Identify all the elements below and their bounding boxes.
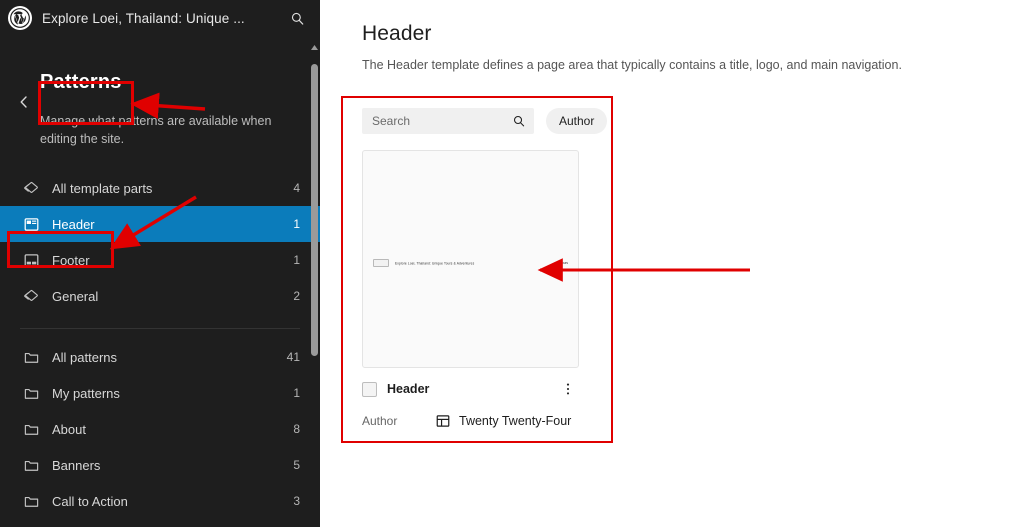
annotation-arrows — [109, 92, 750, 282]
